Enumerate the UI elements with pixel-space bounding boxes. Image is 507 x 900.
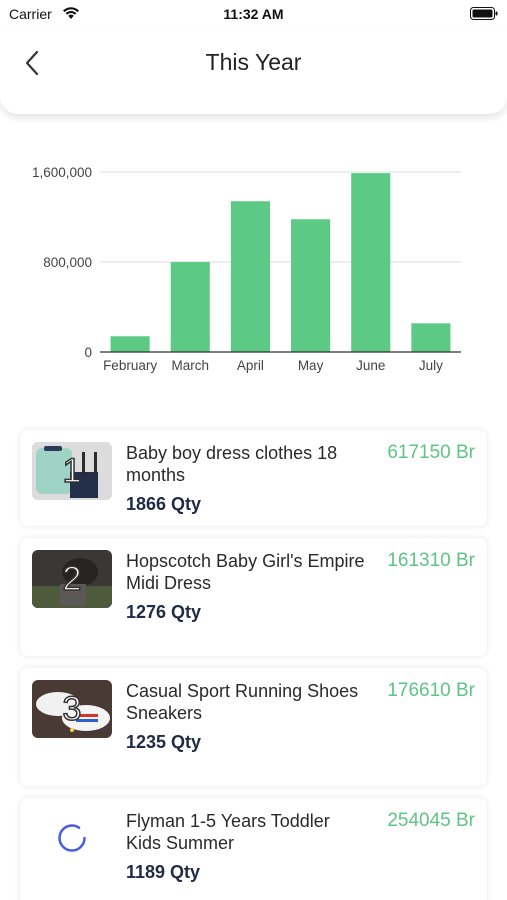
product-card-3[interactable]: 3 Casual Sport Running Shoes Sneakers 12… xyxy=(20,668,487,786)
product-info: Hopscotch Baby Girl's Empire Midi Dress … xyxy=(126,550,366,623)
product-card-4[interactable]: Flyman 1-5 Years Toddler Kids Summer 118… xyxy=(20,798,487,900)
product-name: Baby boy dress clothes 18 months xyxy=(126,443,338,485)
product-info: Casual Sport Running Shoes Sneakers 1235… xyxy=(126,680,366,753)
status-bar: Carrier 11:32 AM xyxy=(0,0,507,28)
product-info: Flyman 1-5 Years Toddler Kids Summer 118… xyxy=(126,810,366,883)
sneakers-photo: 3 xyxy=(32,680,112,738)
product-name: Hopscotch Baby Girl's Empire Midi Dress xyxy=(126,551,365,593)
bar xyxy=(230,201,270,352)
bar xyxy=(351,173,391,352)
x-tick-label: July xyxy=(419,358,443,373)
battery-icon xyxy=(470,7,498,20)
y-tick-label: 0 xyxy=(84,345,92,360)
bar xyxy=(291,219,331,352)
product-price: 254045 Br xyxy=(387,810,475,831)
bar xyxy=(170,262,210,352)
x-tick-label: February xyxy=(103,358,157,373)
bar xyxy=(110,336,150,352)
y-tick-label: 1,600,000 xyxy=(32,165,92,180)
product-qty: 1276 Qty xyxy=(126,602,202,622)
page-title: This Year xyxy=(205,49,302,75)
sales-bar-chart: 0 800,000 1,600,000 February March April May Ju… xyxy=(0,130,507,390)
baby-dress-photo: 1 xyxy=(32,442,112,500)
x-tick-label: April xyxy=(237,358,264,373)
product-card-1[interactable]: 1 Baby boy dress clothes 18 months 1866 … xyxy=(20,430,487,526)
x-tick-label: March xyxy=(171,358,209,373)
clock: 11:32 AM xyxy=(223,6,284,22)
top-products-list: 1 Baby boy dress clothes 18 months 1866 … xyxy=(20,430,487,900)
product-price: 161310 Br xyxy=(387,550,475,571)
rank-number: 1 xyxy=(62,451,82,491)
product-info: Baby boy dress clothes 18 months 1866 Qt… xyxy=(126,442,366,515)
product-price: 176610 Br xyxy=(387,680,475,701)
product-qty: 1189 Qty xyxy=(126,862,201,882)
loading-spinner-icon xyxy=(58,824,86,852)
midi-dress-photo: 2 xyxy=(32,550,112,608)
product-card-2[interactable]: 2 Hopscotch Baby Girl's Empire Midi Dres… xyxy=(20,538,487,656)
product-qty: 1866 Qty xyxy=(126,494,202,514)
chart-canvas: 0 800,000 1,600,000 February March April May Ju… xyxy=(32,165,461,373)
product-name: Casual Sport Running Shoes Sneakers xyxy=(126,681,359,723)
product-qty: 1235 Qty xyxy=(126,732,202,752)
bar xyxy=(411,323,451,352)
rank-number: 3 xyxy=(62,689,82,729)
rank-number: 2 xyxy=(62,559,82,599)
x-tick-label: May xyxy=(298,358,324,373)
x-tick-label: June xyxy=(356,358,385,373)
y-tick-label: 800,000 xyxy=(43,255,92,270)
product-name: Flyman 1-5 Years Toddler Kids Summer xyxy=(126,811,330,853)
product-price: 617150 Br xyxy=(387,442,475,463)
navigation-header: This Year xyxy=(0,28,507,114)
